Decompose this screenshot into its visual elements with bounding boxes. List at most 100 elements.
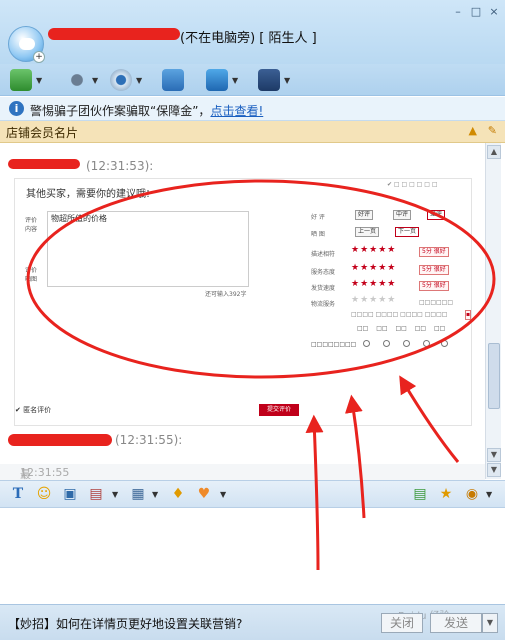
wrench-icon[interactable]: ✎ bbox=[488, 124, 497, 137]
avatar-face bbox=[19, 38, 35, 50]
rating-hint-4: □□□□□□ bbox=[419, 299, 454, 306]
rating-stars-1: ★★★★★ bbox=[351, 245, 397, 255]
rating-row-label: □□□□□□□□ bbox=[311, 341, 357, 348]
scroll-thumb[interactable] bbox=[488, 343, 500, 409]
radio-1 bbox=[363, 340, 370, 347]
send-options-icon[interactable]: ▼ bbox=[482, 613, 498, 633]
video-button[interactable]: ▼ bbox=[108, 68, 146, 92]
scroll-up-button[interactable]: ▲ bbox=[487, 145, 501, 159]
message-scrollbar[interactable]: ▲ ▼ ▼ bbox=[485, 143, 501, 479]
embedded-review-screenshot[interactable]: 其他买家，需要你的建议哦! ✔ □ □ □ □ □ □ 评价 内容 评价 晒图 … bbox=[14, 178, 472, 426]
last-message-time: 12:31:55 bbox=[20, 466, 70, 479]
rating-columns: □□ □□ □□ □□ □□ bbox=[357, 325, 446, 332]
remote-assist-button[interactable]: ▼ bbox=[204, 68, 242, 92]
message-time: (12:31:53): bbox=[86, 159, 154, 173]
last-message-text: 最后一条消息收于 12:31:55 bbox=[10, 465, 69, 593]
avatar-status-icon: + bbox=[33, 51, 45, 63]
image-dropdown-icon[interactable]: ▼ bbox=[112, 490, 118, 499]
avatar[interactable]: + bbox=[8, 26, 45, 63]
contact-button[interactable] bbox=[160, 68, 198, 92]
video-icon bbox=[110, 69, 132, 91]
last-message-info: 最后一条消息收于 12:31:55 bbox=[0, 464, 485, 593]
rating-tag-3: 5分 很好 bbox=[419, 281, 449, 291]
scroll-down-button[interactable]: ▼ bbox=[487, 448, 501, 462]
rating-option-bad: 差评 bbox=[427, 210, 446, 220]
radio-3 bbox=[403, 340, 410, 347]
image-icon[interactable]: ▤ bbox=[86, 485, 106, 503]
shop-icon bbox=[258, 69, 280, 91]
main-toolbar: ▼ ▼ ▼ ▼ ▼ bbox=[0, 64, 505, 96]
dropdown-arrow-icon[interactable]: ▼ bbox=[136, 76, 142, 85]
notice-text-wrap: 警惕骗子团伙作案骗取“保障金”，点击查看! bbox=[30, 102, 263, 119]
relation-text[interactable]: [ 陌生人 ] bbox=[259, 31, 316, 46]
redacted-sender-name bbox=[8, 159, 80, 169]
photo-option-1: 上一页 bbox=[355, 227, 380, 237]
review-text-value: 物超所值的价格 bbox=[51, 214, 107, 223]
close-button[interactable]: 关闭 bbox=[381, 613, 423, 633]
notice-link[interactable]: 点击查看! bbox=[210, 104, 263, 118]
scroll-bottom-button[interactable]: ▼ bbox=[487, 463, 501, 477]
rating-tag-1: 5分 很好 bbox=[419, 247, 449, 257]
emoji-icon[interactable]: ☺ bbox=[34, 485, 54, 503]
shop-button[interactable]: ▼ bbox=[256, 68, 294, 92]
voice-button[interactable]: ▼ bbox=[64, 68, 102, 92]
card-header: 店铺会员名片 ▲ ✎ bbox=[0, 121, 505, 143]
rating-tag-2: 5分 很好 bbox=[419, 265, 449, 275]
rating-label-logistics: 物流服务 bbox=[311, 301, 336, 308]
field-label-photo: 评价 晒图 bbox=[25, 267, 38, 283]
bottom-bar: 【妙招】如何在详情页更好地设置关联营销? Baidu 经验 关闭 发送 ▼ bbox=[0, 604, 505, 640]
rating-stars-4: ★★★★★ bbox=[351, 295, 397, 305]
rating-label-service: 服务态度 bbox=[311, 269, 336, 276]
maximize-button[interactable]: □ bbox=[469, 6, 483, 18]
rating-option-neutral: 中评 bbox=[393, 210, 412, 220]
tip-link[interactable]: 【妙招】如何在详情页更好地设置关联营销? bbox=[8, 615, 242, 632]
heart-icon[interactable]: ♥ bbox=[194, 485, 214, 503]
edit-toolbar: T ☺ ▣ ▤ ▼ ▦ ▼ ♦ ♥ ▼ ▤ ★ ◉ ▼ bbox=[0, 480, 505, 508]
transfer-file-icon bbox=[10, 69, 32, 91]
transfer-file-button[interactable]: ▼ bbox=[8, 68, 46, 92]
rating-label-shipping: 发货速度 bbox=[311, 285, 336, 292]
rating-label-type: 晒 图 bbox=[311, 231, 325, 238]
send-button[interactable]: 发送 bbox=[430, 613, 482, 633]
radio-4 bbox=[423, 340, 430, 347]
dropdown-arrow-icon[interactable]: ▼ bbox=[36, 76, 42, 85]
info-icon: i bbox=[9, 101, 24, 116]
rating-label-overall: 好 评 bbox=[311, 214, 325, 221]
dropdown-arrow-icon[interactable]: ▼ bbox=[232, 76, 238, 85]
status-text: (不在电脑旁) bbox=[180, 31, 256, 46]
chat-history-icon[interactable]: ▤ bbox=[410, 485, 430, 503]
message-input[interactable] bbox=[0, 508, 505, 604]
record-icon[interactable]: ◉ bbox=[462, 485, 482, 503]
message-time: (12:31:55): bbox=[115, 433, 183, 447]
anonymous-checkbox: ✔ 匿名评价 bbox=[15, 406, 52, 414]
alert-icon[interactable]: ♦ bbox=[168, 485, 188, 503]
close-window-button[interactable]: × bbox=[487, 6, 501, 18]
phrase-dropdown-icon[interactable]: ▼ bbox=[152, 490, 158, 499]
char-count: 还可输入392字 bbox=[205, 291, 247, 298]
redacted-sender-name bbox=[8, 434, 112, 446]
heart-dropdown-icon[interactable]: ▼ bbox=[220, 490, 226, 499]
field-label-content: 评价 内容 bbox=[25, 217, 38, 233]
radio-5 bbox=[441, 340, 448, 347]
review-question: 其他买家，需要你的建议哦! bbox=[26, 189, 151, 200]
shortcut-phrase-icon[interactable]: ▦ bbox=[128, 485, 148, 503]
rating-option-good: 好评 bbox=[355, 210, 374, 220]
minimize-button[interactable]: – bbox=[451, 6, 465, 18]
dropdown-arrow-icon[interactable]: ▼ bbox=[92, 76, 98, 85]
security-notice-bar: i 警惕骗子团伙作案骗取“保障金”，点击查看! bbox=[0, 97, 505, 121]
title-bar: + (不在电脑旁) [ 陌生人 ] – □ × bbox=[0, 0, 505, 64]
rating-stars-3: ★★★★★ bbox=[351, 279, 397, 289]
rating-more-icon: ▪ bbox=[465, 310, 472, 320]
contact-status: (不在电脑旁) [ 陌生人 ] bbox=[180, 27, 317, 46]
dropdown-arrow-icon[interactable]: ▼ bbox=[284, 76, 290, 85]
rating-label-description: 描述相符 bbox=[311, 251, 336, 258]
favorite-icon[interactable]: ★ bbox=[436, 485, 456, 503]
photo-option-2: 下一页 bbox=[395, 227, 420, 237]
review-note: ✔ □ □ □ □ □ □ bbox=[387, 181, 438, 188]
screenshot-icon[interactable]: ▣ bbox=[60, 485, 80, 503]
radio-2 bbox=[383, 340, 390, 347]
collapse-up-icon[interactable]: ▲ bbox=[469, 124, 477, 137]
record-dropdown-icon[interactable]: ▼ bbox=[486, 490, 492, 499]
font-icon[interactable]: T bbox=[8, 485, 28, 503]
submit-review-button: 提交评价 bbox=[259, 404, 299, 416]
